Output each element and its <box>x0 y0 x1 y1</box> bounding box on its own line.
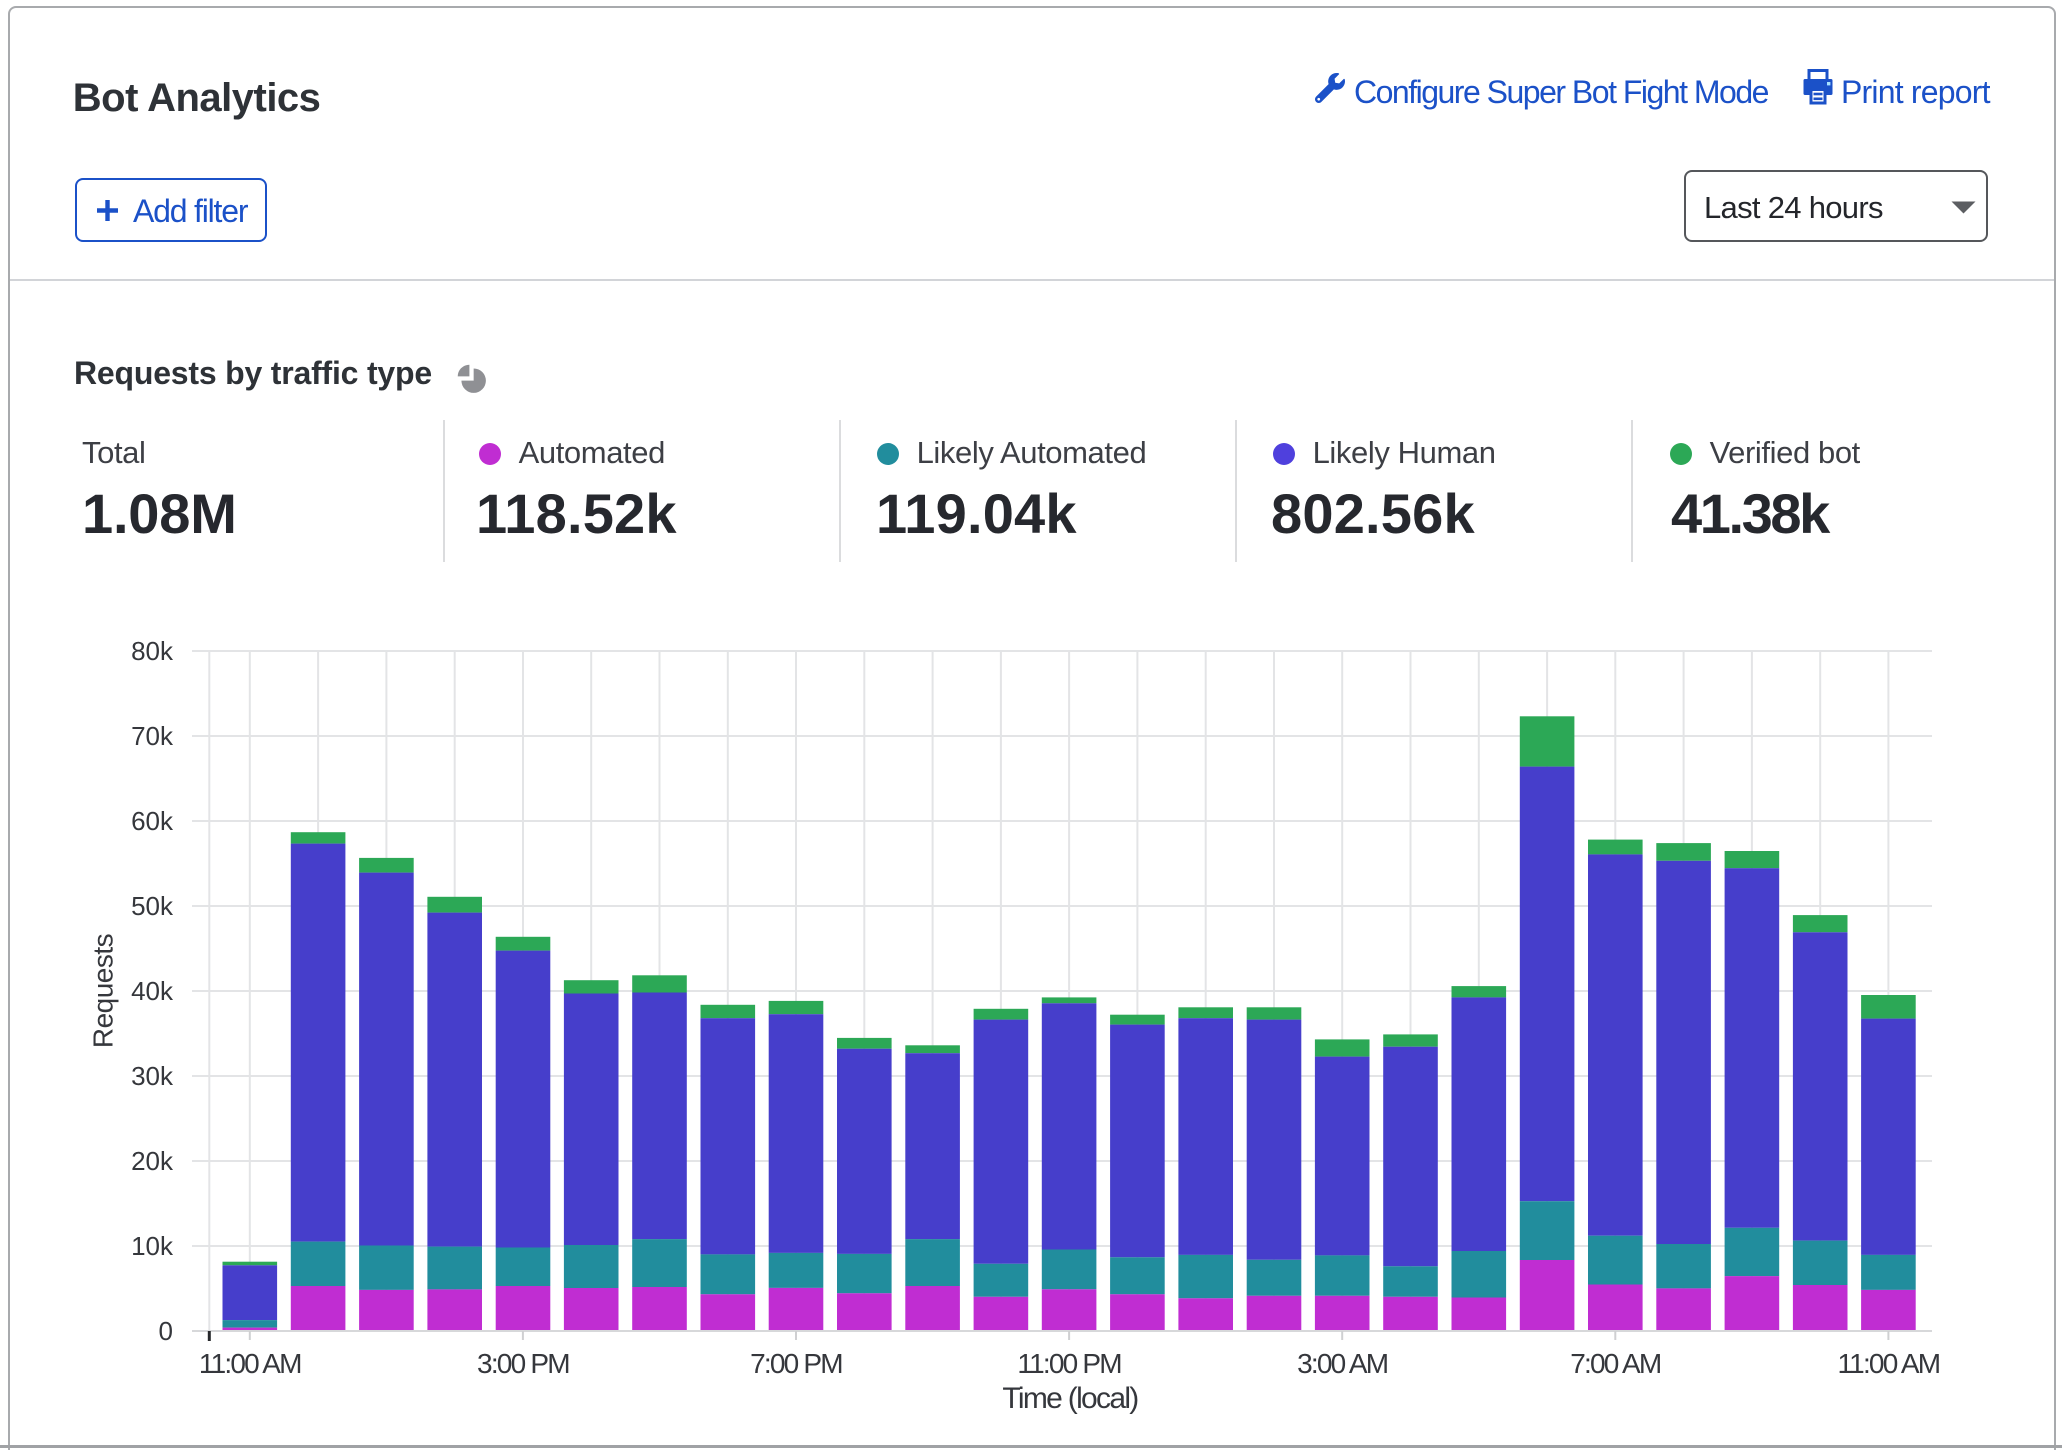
svg-text:40k: 40k <box>131 976 174 1006</box>
svg-text:11:00 AM: 11:00 AM <box>1837 1348 1939 1379</box>
svg-text:Time (local): Time (local) <box>1002 1382 1138 1415</box>
svg-text:7:00 AM: 7:00 AM <box>1570 1348 1661 1379</box>
svg-text:50k: 50k <box>131 891 174 921</box>
svg-text:30k: 30k <box>131 1061 174 1091</box>
svg-text:7:00 PM: 7:00 PM <box>750 1348 842 1379</box>
svg-text:3:00 PM: 3:00 PM <box>477 1348 569 1379</box>
svg-text:Requests: Requests <box>88 934 119 1048</box>
svg-text:3:00 AM: 3:00 AM <box>1297 1348 1388 1379</box>
svg-text:11:00 PM: 11:00 PM <box>1017 1348 1121 1379</box>
svg-text:60k: 60k <box>131 806 174 836</box>
svg-text:80k: 80k <box>131 636 174 666</box>
svg-text:70k: 70k <box>131 721 174 751</box>
svg-text:11:00 AM: 11:00 AM <box>199 1348 301 1379</box>
svg-text:20k: 20k <box>131 1146 174 1176</box>
svg-text:10k: 10k <box>131 1231 174 1261</box>
svg-text:0: 0 <box>159 1316 173 1346</box>
